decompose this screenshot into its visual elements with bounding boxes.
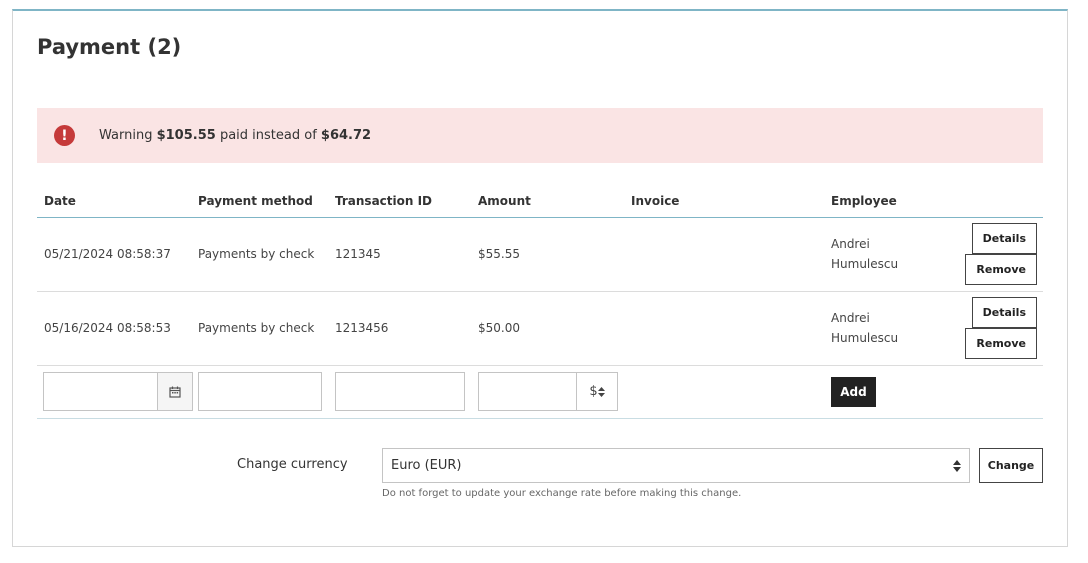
add-amount-cell: $	[478, 365, 631, 419]
header-amount: Amount	[478, 188, 631, 218]
add-transaction-cell	[335, 365, 478, 419]
cell-transaction-id: 1213456	[335, 291, 478, 366]
add-actions-cell	[943, 365, 1043, 419]
warning-text: Warning $105.55 paid instead of $64.72	[99, 128, 371, 143]
cell-invoice	[631, 291, 831, 366]
payments-table: Date Payment method Transaction ID Amoun…	[37, 188, 1043, 419]
change-currency-button[interactable]: Change	[979, 448, 1043, 483]
cell-date: 05/21/2024 08:58:37	[37, 217, 198, 292]
payment-panel: Payment (2) ! Warning $105.55 paid inste…	[12, 9, 1068, 547]
currency-symbol-select[interactable]: $	[576, 372, 618, 411]
details-button[interactable]: Details	[971, 297, 1037, 328]
cell-amount: $50.00	[478, 291, 631, 366]
change-currency-label: Change currency	[237, 457, 348, 472]
cell-amount: $55.55	[478, 217, 631, 292]
calendar-icon	[169, 386, 181, 398]
exclamation-icon: !	[54, 125, 75, 146]
add-button[interactable]: Add	[831, 376, 876, 407]
calendar-button[interactable]	[157, 372, 193, 411]
table-header-row: Date Payment method Transaction ID Amoun…	[37, 188, 1043, 218]
add-method-cell	[198, 365, 335, 419]
employee-last-name: Humulescu	[831, 257, 899, 271]
cell-employee: Andrei Humulescu	[831, 291, 943, 366]
warning-expected-amount: $64.72	[320, 128, 372, 143]
header-actions	[943, 188, 1043, 218]
cell-payment-method: Payments by check	[198, 217, 335, 292]
cell-actions: Details Remove	[943, 217, 1043, 292]
add-invoice-cell	[631, 365, 831, 419]
employee-first-name: Andrei	[831, 311, 870, 325]
header-date: Date	[37, 188, 198, 218]
amount-field: $	[478, 372, 618, 411]
header-invoice: Invoice	[631, 188, 831, 218]
cell-date: 05/16/2024 08:58:53	[37, 291, 198, 366]
cell-invoice	[631, 217, 831, 292]
add-employee-cell: Add	[831, 365, 943, 419]
sort-arrows-icon	[597, 386, 605, 397]
employee-first-name: Andrei	[831, 237, 870, 251]
payment-method-input[interactable]	[198, 372, 322, 411]
remove-button[interactable]: Remove	[965, 254, 1037, 285]
warning-paid-amount: $105.55	[156, 128, 216, 143]
currency-help-text: Do not forget to update your exchange ra…	[382, 488, 742, 499]
header-payment-method: Payment method	[198, 188, 335, 218]
transaction-id-input[interactable]	[335, 372, 465, 411]
add-date-cell	[37, 365, 198, 419]
date-input[interactable]	[43, 372, 157, 411]
warning-middle: paid instead of	[219, 128, 317, 143]
currency-selected-value: Euro (EUR)	[391, 458, 462, 473]
warning-prefix: Warning	[99, 128, 153, 143]
header-employee: Employee	[831, 188, 943, 218]
remove-button[interactable]: Remove	[965, 328, 1037, 359]
currency-select[interactable]: Euro (EUR)	[382, 448, 970, 483]
employee-last-name: Humulescu	[831, 331, 899, 345]
cell-employee: Andrei Humulescu	[831, 217, 943, 292]
warning-banner: ! Warning $105.55 paid instead of $64.72	[37, 108, 1043, 163]
sort-arrows-icon	[953, 459, 961, 472]
add-payment-row: $ Add	[37, 365, 1043, 419]
cell-payment-method: Payments by check	[198, 291, 335, 366]
page-title: Payment (2)	[37, 35, 182, 59]
table-row: 05/16/2024 08:58:53 Payments by check 12…	[37, 291, 1043, 366]
cell-actions: Details Remove	[943, 291, 1043, 366]
currency-symbol: $	[589, 384, 598, 399]
details-button[interactable]: Details	[971, 223, 1037, 254]
amount-input[interactable]	[478, 372, 576, 411]
header-transaction-id: Transaction ID	[335, 188, 478, 218]
cell-transaction-id: 121345	[335, 217, 478, 292]
date-picker	[43, 372, 193, 411]
table-row: 05/21/2024 08:58:37 Payments by check 12…	[37, 217, 1043, 292]
